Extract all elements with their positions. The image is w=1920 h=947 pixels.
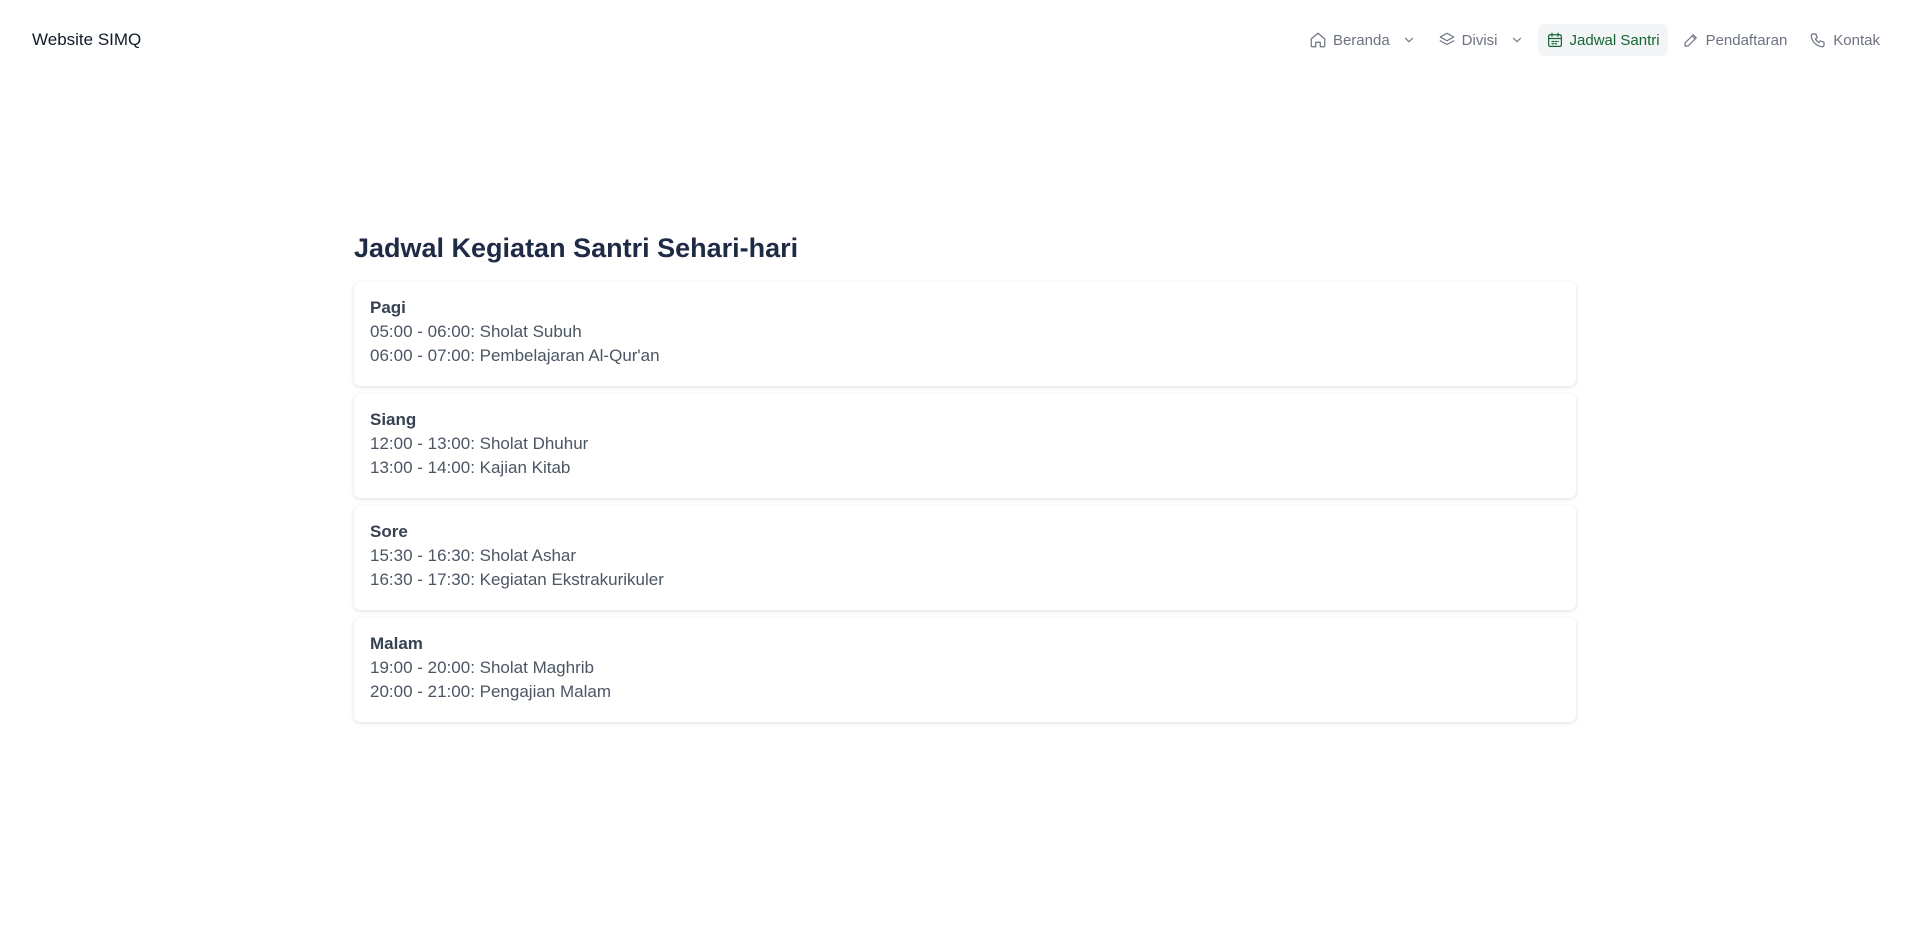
- brand-link[interactable]: Website SIMQ: [32, 30, 141, 50]
- chevron-down-icon: [1510, 33, 1524, 47]
- card-title: Sore: [370, 522, 408, 541]
- nav-item-label: Beranda: [1332, 31, 1390, 49]
- card-title: Pagi: [370, 298, 406, 317]
- nav-item-pendaftaran[interactable]: Pendaftaran: [1674, 24, 1796, 56]
- layers-icon: [1438, 31, 1456, 49]
- nav-menu: Beranda Divisi Jadwal Santri Pendaftaran…: [1301, 24, 1888, 56]
- schedule-card-siang: Siang 12:00 - 13:00: Sholat Dhuhur 13:00…: [354, 394, 1576, 498]
- nav-item-label: Divisi: [1461, 31, 1498, 49]
- home-icon: [1309, 31, 1327, 49]
- nav-item-divisi[interactable]: Divisi: [1430, 24, 1532, 56]
- schedule-card-malam: Malam 19:00 - 20:00: Sholat Maghrib 20:0…: [354, 618, 1576, 722]
- schedule-item: 13:00 - 14:00: Kajian Kitab: [370, 458, 571, 477]
- nav-item-label: Jadwal Santri: [1569, 31, 1660, 49]
- calendar-icon: [1546, 31, 1564, 49]
- schedule-item: 05:00 - 06:00: Sholat Subuh: [370, 322, 582, 341]
- nav-item-beranda[interactable]: Beranda: [1301, 24, 1424, 56]
- card-title: Siang: [370, 410, 417, 429]
- pencil-icon: [1682, 31, 1700, 49]
- chevron-down-icon: [1402, 33, 1416, 47]
- schedule-item: 06:00 - 07:00: Pembelajaran Al-Qur'an: [370, 346, 660, 365]
- nav-item-kontak[interactable]: Kontak: [1801, 24, 1888, 56]
- nav-item-label: Kontak: [1833, 31, 1880, 49]
- card-title: Malam: [370, 634, 423, 653]
- schedule-card-sore: Sore 15:30 - 16:30: Sholat Ashar 16:30 -…: [354, 506, 1576, 610]
- nav-item-label: Pendaftaran: [1705, 31, 1788, 49]
- nav-item-jadwal-santri[interactable]: Jadwal Santri: [1537, 24, 1668, 56]
- schedule-card-pagi: Pagi 05:00 - 06:00: Sholat Subuh 06:00 -…: [354, 282, 1576, 386]
- schedule-container: Jadwal Kegiatan Santri Sehari-hari Pagi …: [354, 228, 1576, 730]
- schedule-item: 19:00 - 20:00: Sholat Maghrib: [370, 658, 594, 677]
- schedule-item: 12:00 - 13:00: Sholat Dhuhur: [370, 434, 589, 453]
- schedule-item: 20:00 - 21:00: Pengajian Malam: [370, 682, 611, 701]
- phone-icon: [1809, 31, 1827, 49]
- page-title: Jadwal Kegiatan Santri Sehari-hari: [354, 233, 799, 263]
- schedule-item: 15:30 - 16:30: Sholat Ashar: [370, 546, 577, 565]
- schedule-item: 16:30 - 17:30: Kegiatan Ekstrakurikuler: [370, 570, 664, 589]
- navbar: Website SIMQ Beranda Divisi Jadwal Santr…: [0, 0, 1920, 80]
